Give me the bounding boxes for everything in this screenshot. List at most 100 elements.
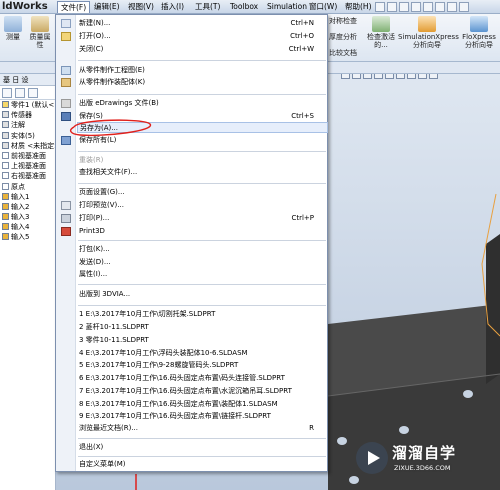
tree-item-label: 输入1 <box>11 192 30 201</box>
menu-browse-recent[interactable]: 浏览最近文档(R)... R <box>77 423 328 434</box>
menu-file[interactable]: 文件(F) <box>57 1 91 13</box>
simulationxpress-button[interactable]: SimulationXpress分析向导 <box>398 16 459 49</box>
tree-item-import5[interactable]: 输入5 <box>0 232 55 242</box>
save-icon[interactable] <box>399 2 409 12</box>
tree-item-label: 材质 <未指定> <box>11 141 55 150</box>
menu-insert[interactable]: 插入(I) <box>158 1 187 13</box>
menu-separator <box>78 94 326 95</box>
menu-make-assembly[interactable]: 从零件制作装配体(K) <box>77 77 328 88</box>
recent-file-7[interactable]: 7 E:\3.2017年10月工作\16.码头固定点布置\水泥沉箱吊耳.SLDP… <box>77 386 328 397</box>
menu-print-shortcut: Ctrl+P <box>291 214 314 222</box>
model-side-face <box>486 234 500 384</box>
thickness-analysis-button[interactable]: 厚度分析 <box>329 33 363 41</box>
menu-view[interactable]: 视图(V) <box>125 1 157 13</box>
menu-toolbox[interactable]: Toolbox <box>227 1 261 13</box>
menu-page-setup[interactable]: 页面设置(G)... <box>77 187 328 198</box>
menu-save-all[interactable]: 保存所有(L) <box>77 135 328 146</box>
feature-manager-tree: 基 日 设 零件1 (默认<<默 传感器 注解 实体(5) 材质 <未指定> 前… <box>0 74 56 490</box>
tree-item-import1[interactable]: 输入1 <box>0 192 55 202</box>
menu-exit[interactable]: 退出(X) <box>77 442 328 453</box>
menu-print[interactable]: 打印(P)... Ctrl+P <box>77 213 328 224</box>
menu-publish-3dvia[interactable]: 出版到 3DVIA... <box>77 289 328 300</box>
tree-item-solid-bodies[interactable]: 实体(5) <box>0 131 55 141</box>
menu-publish-3dvia-label: 出版到 3DVIA... <box>79 290 131 298</box>
make-assembly-icon <box>61 78 71 87</box>
recent-file-4[interactable]: 4 E:\3.2017年10月工作\浮码头装配体10-6.SLDASM <box>77 348 328 359</box>
tree-tabs[interactable]: 基 日 设 <box>0 74 55 86</box>
tree-item-part[interactable]: 零件1 (默认<<默 <box>0 100 55 110</box>
menu-edit[interactable]: 编辑(E) <box>91 1 123 13</box>
feature-manager-icon[interactable] <box>2 88 12 98</box>
recent-file-6[interactable]: 6 E:\3.2017年10月工作\16.码头固定点布置\码头连接管.SLDPR… <box>77 373 328 384</box>
tree-item-import3[interactable]: 输入3 <box>0 212 55 222</box>
tree-item-right-plane[interactable]: 右视基准面 <box>0 171 55 181</box>
menu-close[interactable]: 关闭(C) Ctrl+W <box>77 44 328 55</box>
recent-file-8[interactable]: 8 E:\3.2017年10月工作\16.码头固定点布置\装配体1.SLDASM <box>77 399 328 410</box>
recent-file-1[interactable]: 1 E:\3.2017年10月工作\切割托架.SLDPRT <box>77 309 328 320</box>
menu-help[interactable]: 帮助(H) <box>342 1 375 13</box>
select-icon[interactable] <box>435 2 445 12</box>
menu-simulation[interactable]: Simulation <box>264 1 310 13</box>
measure-button[interactable]: 测量 <box>3 16 23 41</box>
menu-print-preview-label: 打印预览(V)... <box>79 201 124 209</box>
tree-item-label: 注解 <box>11 121 25 130</box>
menu-customize[interactable]: 自定义菜单(M) <box>77 459 328 470</box>
tree-item-label: 实体(5) <box>11 131 35 140</box>
compare-documents-button[interactable]: 比较文档 <box>329 49 363 57</box>
configuration-manager-icon[interactable] <box>28 88 38 98</box>
menu-new[interactable]: 新建(N)... Ctrl+N <box>77 18 328 29</box>
menu-browse-recent-label: 浏览最近文档(R)... <box>79 424 139 432</box>
menu-publish-edrawings[interactable]: 出版 eDrawings 文件(B) <box>77 98 328 109</box>
menu-send[interactable]: 发送(D)... <box>77 257 328 268</box>
tree-item-annotations[interactable]: 注解 <box>0 120 55 130</box>
menu-open[interactable]: 打开(O)... Ctrl+O <box>77 31 328 42</box>
recent-file-5[interactable]: 5 E:\3.2017年10月工作\9-28螺旋管码头.SLDPRT <box>77 360 328 371</box>
menu-close-shortcut: Ctrl+W <box>288 45 314 53</box>
tree-item-top-plane[interactable]: 上视基准面 <box>0 161 55 171</box>
edrawings-icon <box>61 99 71 108</box>
menu-make-drawing[interactable]: 从零件制作工程图(E) <box>77 65 328 76</box>
tree-item-material[interactable]: 材质 <未指定> <box>0 141 55 151</box>
menu-new-shortcut: Ctrl+N <box>290 19 314 27</box>
new-doc-icon[interactable] <box>375 2 385 12</box>
symmetry-check-button[interactable]: 对称检查 <box>329 17 363 25</box>
tree-item-origin[interactable]: 原点 <box>0 182 55 192</box>
recent-file-label: 2 菱杆10-11.SLDPRT <box>79 323 149 331</box>
menu-properties[interactable]: 属性(I)... <box>77 269 328 280</box>
import-icon <box>2 223 9 231</box>
tree-item-import4[interactable]: 输入4 <box>0 222 55 232</box>
menu-pack-and-go[interactable]: 打包(K)... <box>77 244 328 255</box>
menu-print3d[interactable]: Print3D <box>77 226 328 237</box>
material-icon <box>2 141 9 149</box>
floxpress-label: FloXpress分析向导 <box>462 33 496 49</box>
menu-print-preview[interactable]: 打印预览(V)... <box>77 200 328 211</box>
tree-item-label: 输入3 <box>11 213 30 222</box>
recent-file-label: 9 E:\3.2017年10月工作\16.码头固定点布置\链接杆.SLDPRT <box>79 412 271 420</box>
print-icon[interactable] <box>411 2 421 12</box>
undo-icon[interactable] <box>423 2 433 12</box>
tree-item-front-plane[interactable]: 前视基准面 <box>0 151 55 161</box>
menu-exit-label: 退出(X) <box>79 443 104 451</box>
tree-item-import2[interactable]: 输入2 <box>0 202 55 212</box>
menu-separator <box>78 305 326 306</box>
property-manager-icon[interactable] <box>15 88 25 98</box>
recent-file-9[interactable]: 9 E:\3.2017年10月工作\16.码头固定点布置\链接杆.SLDPRT <box>77 411 328 422</box>
menu-tools[interactable]: 工具(T) <box>192 1 223 13</box>
play-icon <box>368 451 380 465</box>
menu-find-references[interactable]: 查找相关文件(F)... <box>77 167 328 178</box>
menu-open-label: 打开(O)... <box>79 32 111 40</box>
compare-documents-label: 比较文档 <box>329 49 357 57</box>
import-icon <box>2 213 9 221</box>
recent-file-3[interactable]: 3 零件10-11.SLDPRT <box>77 335 328 346</box>
rebuild-icon[interactable] <box>447 2 457 12</box>
options-icon[interactable] <box>459 2 469 12</box>
tree-item-sensors[interactable]: 传感器 <box>0 110 55 120</box>
mass-properties-button[interactable]: 质量属性 <box>27 16 53 49</box>
check-active-button[interactable]: 检查激活的... <box>366 16 396 49</box>
floxpress-button[interactable]: FloXpress分析向导 <box>460 16 498 49</box>
menu-window[interactable]: 窗口(W) <box>306 1 340 13</box>
recent-file-2[interactable]: 2 菱杆10-11.SLDPRT <box>77 322 328 333</box>
tree-item-label: 传感器 <box>11 111 32 120</box>
floxpress-icon <box>470 16 488 32</box>
open-icon[interactable] <box>387 2 397 12</box>
